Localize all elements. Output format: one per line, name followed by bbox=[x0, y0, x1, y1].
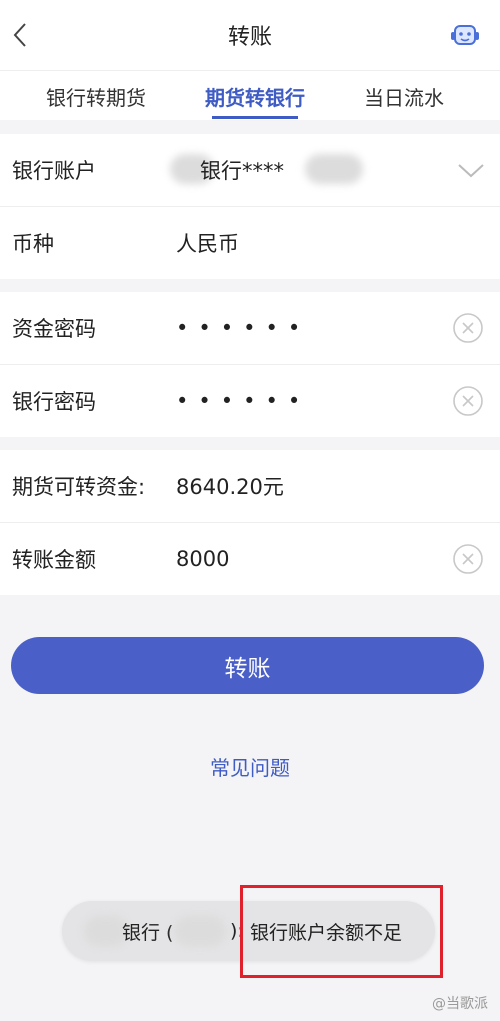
transfer-amount-row[interactable]: 转账金额 8000 bbox=[0, 523, 500, 595]
redacted-account-number bbox=[305, 154, 363, 184]
chevron-down-icon[interactable] bbox=[456, 160, 486, 180]
tab-futures-to-bank[interactable]: 期货转银行 bbox=[186, 71, 324, 121]
tab-daily-records[interactable]: 当日流水 bbox=[344, 71, 464, 121]
password-section: 资金密码 •••••• 银行密码 •••••• bbox=[0, 292, 500, 437]
account-section: 银行账户 银行**** 币种 人民币 bbox=[0, 134, 500, 279]
clear-icon[interactable] bbox=[452, 312, 484, 344]
watermark: @当歌派 bbox=[432, 996, 488, 1012]
transfer-button[interactable]: 转账 bbox=[11, 637, 484, 694]
transferable-label: 期货可转资金: bbox=[12, 475, 146, 499]
transferable-row: 期货可转资金: 8640.20元 bbox=[0, 450, 500, 522]
fund-password-input[interactable]: •••••• bbox=[176, 316, 310, 340]
bank-password-label: 银行密码 bbox=[12, 390, 96, 414]
clear-icon[interactable] bbox=[452, 385, 484, 417]
fund-password-label: 资金密码 bbox=[12, 317, 96, 341]
bank-password-row[interactable]: 银行密码 •••••• bbox=[0, 365, 500, 437]
page-title: 转账 bbox=[227, 25, 272, 50]
toast-prefix: 银行 ( bbox=[122, 921, 174, 944]
amount-section: 期货可转资金: 8640.20元 转账金额 8000 bbox=[0, 450, 500, 595]
active-tab-indicator bbox=[212, 116, 298, 119]
customer-service-icon[interactable] bbox=[450, 20, 480, 50]
bank-account-row[interactable]: 银行账户 银行**** bbox=[0, 134, 500, 206]
highlight-box bbox=[240, 885, 443, 978]
tab-bar: 银行转期货 期货转银行 当日流水 bbox=[0, 70, 500, 120]
currency-label: 币种 bbox=[12, 232, 54, 256]
bank-account-label: 银行账户 bbox=[12, 159, 96, 183]
bank-password-input[interactable]: •••••• bbox=[176, 389, 310, 413]
transferable-value: 8640.20元 bbox=[176, 475, 284, 499]
header: 转账 bbox=[0, 0, 500, 70]
faq-link[interactable]: 常见问题 bbox=[0, 752, 500, 781]
currency-row: 币种 人民币 bbox=[0, 207, 500, 279]
bank-account-value: 银行**** bbox=[200, 159, 284, 183]
currency-value: 人民币 bbox=[176, 232, 239, 256]
transfer-amount-label: 转账金额 bbox=[12, 548, 96, 572]
tab-bank-to-futures[interactable]: 银行转期货 bbox=[28, 71, 164, 121]
fund-password-row[interactable]: 资金密码 •••••• bbox=[0, 292, 500, 364]
redacted-bank-code bbox=[174, 916, 226, 946]
transfer-amount-input[interactable]: 8000 bbox=[176, 547, 229, 571]
back-icon[interactable] bbox=[8, 20, 32, 50]
clear-icon[interactable] bbox=[452, 543, 484, 575]
